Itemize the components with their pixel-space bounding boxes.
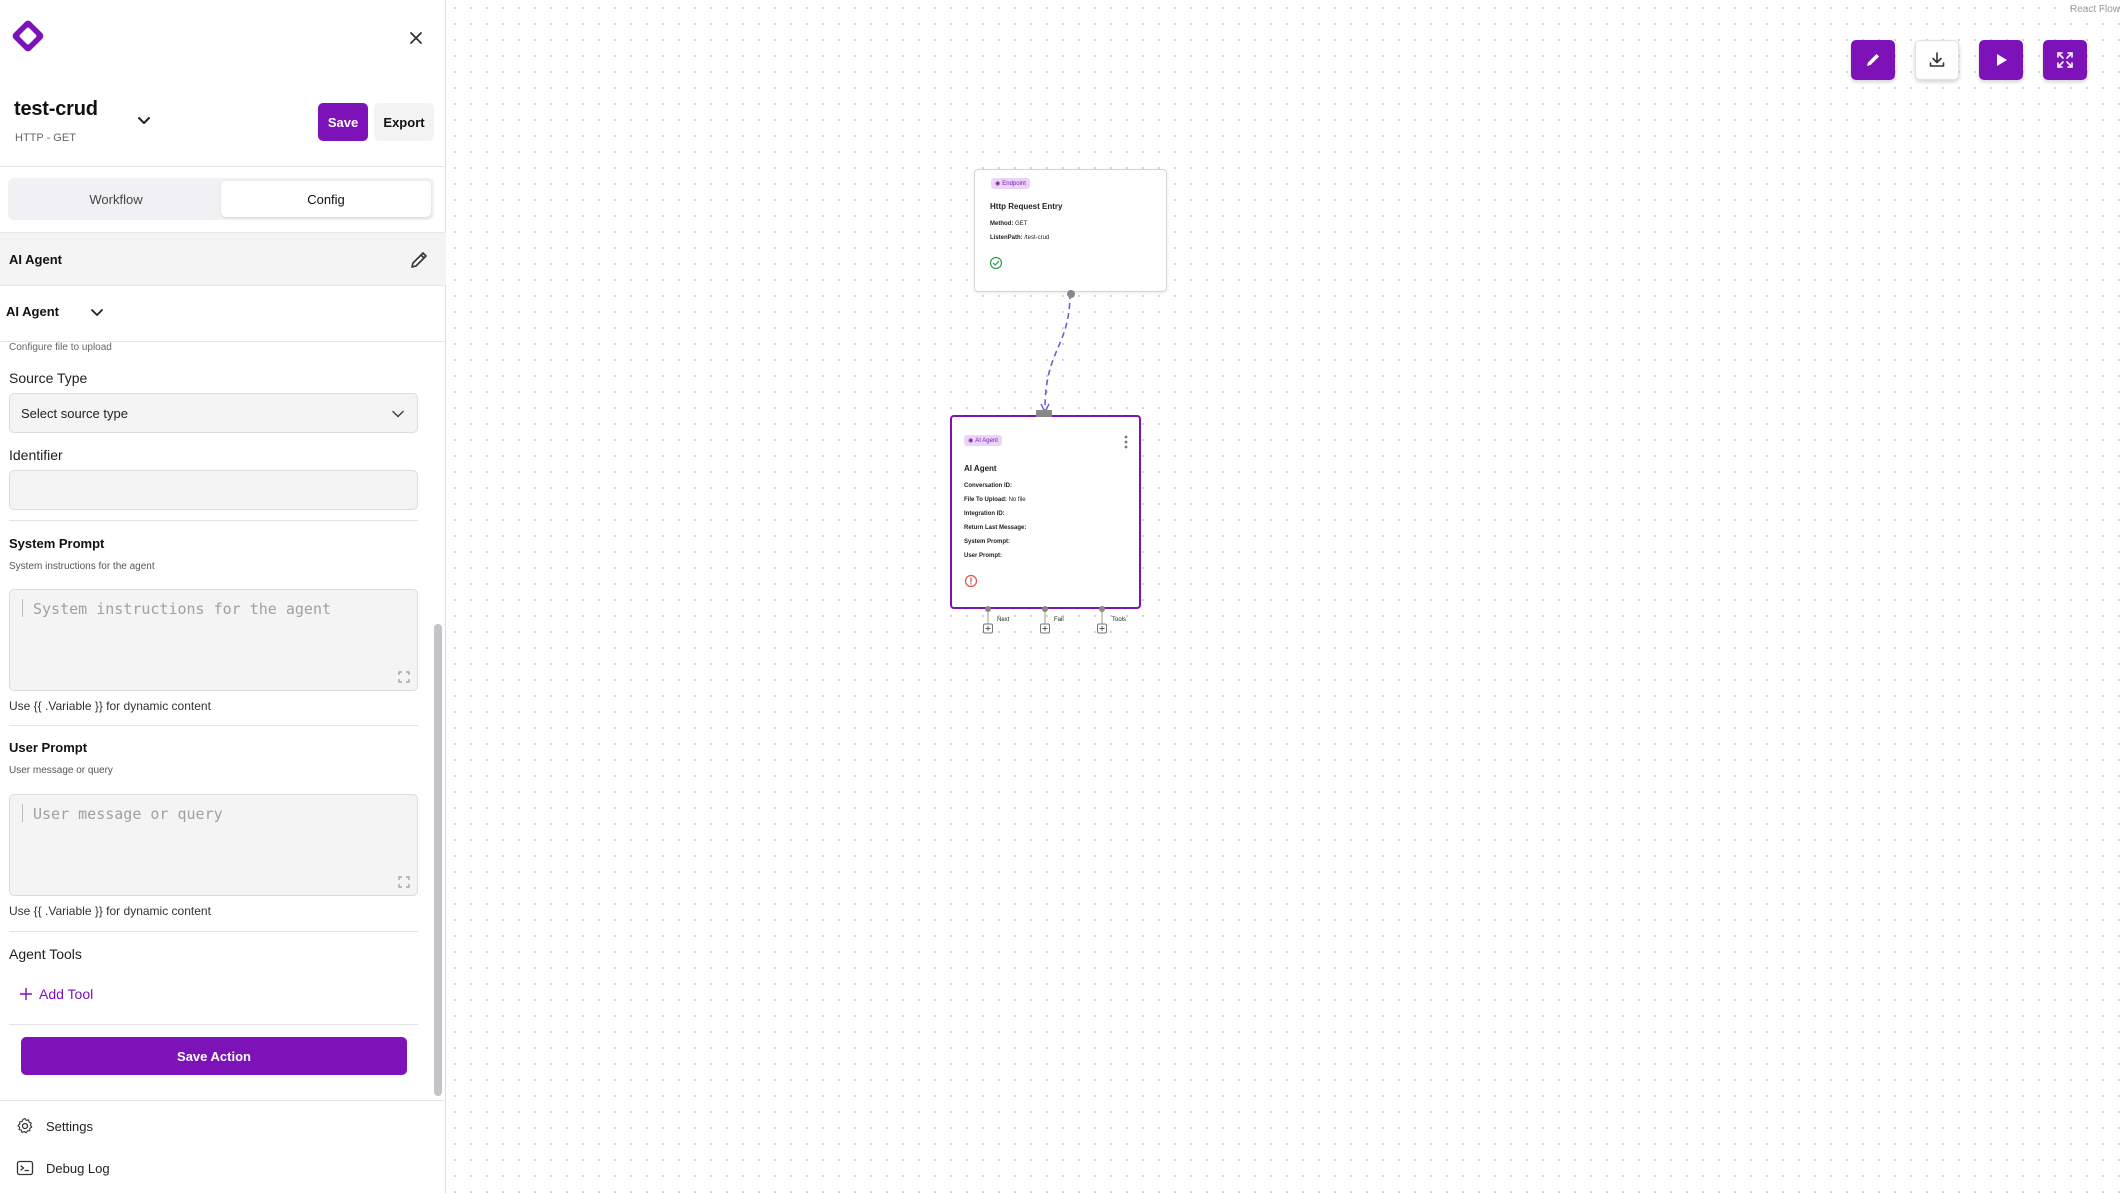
action-type-select[interactable]: AI Agent bbox=[6, 304, 59, 319]
download-icon bbox=[1929, 52, 1945, 67]
tab-bar: Workflow Config bbox=[8, 178, 434, 220]
pencil-icon bbox=[1867, 54, 1879, 66]
react-flow-attribution[interactable]: React Flow bbox=[2070, 4, 2120, 15]
user-prompt-title: User Prompt bbox=[9, 740, 88, 755]
handle-label-next: Next bbox=[997, 617, 1010, 623]
text-caret bbox=[22, 804, 23, 822]
error-circle-icon bbox=[964, 574, 978, 588]
project-name: test-crud bbox=[14, 98, 98, 120]
save-button[interactable]: Save bbox=[318, 103, 368, 141]
node-field: User Prompt: bbox=[964, 553, 1003, 559]
run-button[interactable] bbox=[1979, 40, 2023, 80]
add-tool-label: Add Tool bbox=[39, 986, 94, 1002]
source-type-select[interactable]: Select source type bbox=[9, 393, 418, 433]
node-badge: ◉ Endpoint bbox=[991, 178, 1030, 189]
system-prompt-textarea[interactable]: System instructions for the agent bbox=[9, 589, 418, 691]
tab-config[interactable]: Config bbox=[221, 181, 431, 217]
node-badge: ◉ AI Agent bbox=[964, 435, 1002, 446]
user-prompt-placeholder: User message or query bbox=[33, 805, 223, 823]
chevron-down-icon bbox=[392, 410, 404, 418]
expand-icon[interactable] bbox=[397, 875, 411, 889]
nav-settings[interactable]: Settings bbox=[16, 1117, 93, 1135]
project-subtitle: HTTP - GET bbox=[15, 132, 76, 144]
node-field: Integration ID: bbox=[964, 511, 1005, 517]
scrollbar-thumb[interactable] bbox=[434, 624, 442, 1096]
chevron-down-icon[interactable] bbox=[134, 110, 154, 130]
edit-button[interactable] bbox=[1851, 40, 1895, 80]
save-action-button[interactable]: Save Action bbox=[21, 1037, 407, 1075]
add-tool-button[interactable]: Add Tool bbox=[19, 986, 93, 1002]
divider bbox=[0, 1100, 446, 1101]
source-type-label: Source Type bbox=[9, 370, 88, 386]
identifier-label: Identifier bbox=[9, 447, 63, 463]
export-button[interactable]: Export bbox=[374, 103, 434, 141]
identifier-input[interactable] bbox=[9, 470, 418, 510]
node-field: File To Upload: No file bbox=[964, 497, 1026, 503]
handle-tools[interactable] bbox=[1097, 606, 1107, 634]
terminal-icon bbox=[16, 1160, 34, 1176]
system-prompt-desc: System instructions for the agent bbox=[9, 561, 155, 572]
node-field: System Prompt: bbox=[964, 539, 1011, 545]
config-section-header: AI Agent bbox=[0, 232, 446, 286]
node-http-request-entry[interactable]: ◉ Endpoint Http Request Entry Method: GET… bbox=[974, 169, 1167, 292]
node-input-handle[interactable] bbox=[1036, 410, 1052, 417]
fullscreen-icon bbox=[2057, 52, 2073, 68]
source-type-placeholder: Select source type bbox=[21, 405, 128, 421]
node-title: AI Agent bbox=[964, 464, 997, 473]
play-icon bbox=[1997, 54, 2007, 66]
config-section-title: AI Agent bbox=[9, 252, 62, 267]
close-icon[interactable] bbox=[404, 26, 428, 50]
file-upload-desc: Configure file to upload bbox=[9, 342, 112, 353]
check-circle-icon bbox=[989, 256, 1003, 270]
divider bbox=[9, 520, 418, 521]
nav-settings-label: Settings bbox=[46, 1118, 93, 1134]
node-title: Http Request Entry bbox=[990, 202, 1063, 211]
node-field-listen-path: ListenPath: /test-crud bbox=[990, 235, 1050, 241]
flow-canvas[interactable]: React Flow bbox=[447, 0, 2124, 1193]
more-vertical-icon[interactable] bbox=[1123, 434, 1129, 450]
handle-fail[interactable] bbox=[1040, 606, 1050, 634]
agent-tools-title: Agent Tools bbox=[9, 946, 82, 962]
endpoint-icon: ◉ bbox=[995, 181, 1001, 187]
app-logo-icon[interactable] bbox=[8, 16, 48, 56]
node-output-handle[interactable] bbox=[1067, 290, 1075, 298]
divider bbox=[9, 725, 418, 726]
expand-icon[interactable] bbox=[397, 670, 411, 684]
chevron-down-icon[interactable] bbox=[88, 303, 106, 321]
system-prompt-title: System Prompt bbox=[9, 536, 105, 551]
handle-label-fail: Fail bbox=[1054, 617, 1064, 623]
node-field: Conversation ID: bbox=[964, 483, 1013, 489]
agent-icon: ◉ bbox=[968, 438, 974, 444]
nav-debug-log-label: Debug Log bbox=[46, 1160, 110, 1176]
text-caret bbox=[22, 599, 23, 617]
handle-label-tools: Tools bbox=[1112, 617, 1127, 623]
system-prompt-placeholder: System instructions for the agent bbox=[33, 600, 332, 618]
node-field: Return Last Message: bbox=[964, 525, 1027, 531]
divider bbox=[0, 166, 446, 167]
node-ai-agent[interactable]: ◉ AI Agent AI Agent Conversation ID: File… bbox=[950, 415, 1141, 609]
download-button[interactable] bbox=[1915, 40, 1959, 80]
user-prompt-textarea[interactable]: User message or query bbox=[9, 794, 418, 896]
node-field-method: Method: GET bbox=[990, 221, 1028, 227]
sidebar: test-crud HTTP - GET Save Export Workflo… bbox=[0, 0, 446, 1193]
tab-workflow[interactable]: Workflow bbox=[11, 181, 221, 217]
flow-edge[interactable] bbox=[1030, 288, 1080, 418]
user-prompt-hint: Use {{ .Variable }} for dynamic content bbox=[9, 904, 211, 918]
config-form-scroll[interactable]: Configure file to upload Source Type Sel… bbox=[0, 342, 446, 1100]
system-prompt-hint: Use {{ .Variable }} for dynamic content bbox=[9, 699, 211, 713]
handle-next[interactable] bbox=[983, 606, 993, 634]
gear-icon bbox=[17, 1117, 33, 1134]
divider bbox=[9, 1024, 418, 1025]
fullscreen-button[interactable] bbox=[2043, 40, 2087, 80]
user-prompt-desc: User message or query bbox=[9, 765, 113, 776]
divider bbox=[9, 931, 418, 932]
nav-debug-log[interactable]: Debug Log bbox=[16, 1159, 110, 1177]
pencil-icon[interactable] bbox=[408, 249, 430, 271]
plus-icon bbox=[20, 988, 32, 1000]
